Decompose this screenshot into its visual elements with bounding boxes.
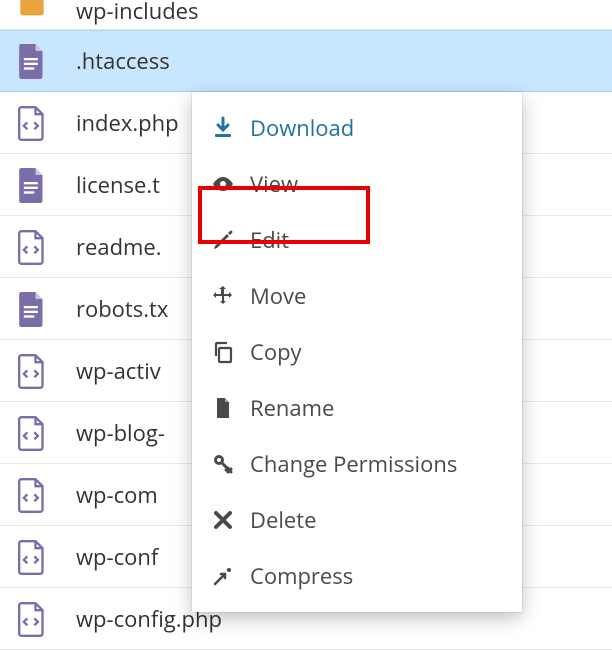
menu-label: View [250, 169, 298, 199]
menu-label: Download [250, 113, 354, 143]
menu-view[interactable]: View [192, 156, 522, 212]
file-icon [210, 395, 236, 421]
folder-icon [18, 0, 46, 26]
download-icon [210, 115, 236, 141]
menu-compress[interactable]: Compress [192, 548, 522, 604]
document-icon [18, 292, 46, 326]
eye-icon [210, 171, 236, 197]
move-icon [210, 283, 236, 309]
key-icon [210, 451, 236, 477]
menu-label: Rename [250, 393, 334, 423]
file-name: readme. [76, 232, 162, 262]
document-icon [18, 168, 46, 202]
context-menu: Download View Edit Move Copy Rename [192, 92, 522, 612]
file-name: wp-activ [76, 356, 161, 386]
delete-icon [210, 507, 236, 533]
file-name: index.php [76, 108, 179, 138]
menu-rename[interactable]: Rename [192, 380, 522, 436]
document-icon [18, 44, 46, 78]
code-file-icon [18, 106, 46, 140]
code-file-icon [18, 540, 46, 574]
code-file-icon [18, 416, 46, 450]
menu-label: Edit [250, 225, 289, 255]
file-name: wp-conf [76, 542, 158, 572]
compress-icon [210, 563, 236, 589]
file-name: .htaccess [76, 46, 170, 76]
file-name: robots.tx [76, 294, 168, 324]
file-name: wp-blog- [76, 418, 165, 448]
menu-label: Move [250, 281, 306, 311]
file-name: wp-com [76, 480, 158, 510]
menu-move[interactable]: Move [192, 268, 522, 324]
copy-icon [210, 339, 236, 365]
menu-label: Change Permissions [250, 449, 457, 479]
code-file-icon [18, 230, 46, 264]
pencil-icon [210, 227, 236, 253]
menu-edit[interactable]: Edit [192, 212, 522, 268]
code-file-icon [18, 478, 46, 512]
file-name: wp-includes [76, 0, 199, 26]
file-row[interactable]: wp-includes [0, 0, 612, 30]
menu-label: Copy [250, 337, 302, 367]
menu-copy[interactable]: Copy [192, 324, 522, 380]
menu-label: Compress [250, 561, 353, 591]
menu-delete[interactable]: Delete [192, 492, 522, 548]
file-name: license.t [76, 170, 160, 200]
menu-label: Delete [250, 505, 316, 535]
code-file-icon [18, 602, 46, 636]
menu-download[interactable]: Download [192, 100, 522, 156]
menu-permissions[interactable]: Change Permissions [192, 436, 522, 492]
code-file-icon [18, 354, 46, 388]
file-row-selected[interactable]: .htaccess [0, 30, 612, 92]
